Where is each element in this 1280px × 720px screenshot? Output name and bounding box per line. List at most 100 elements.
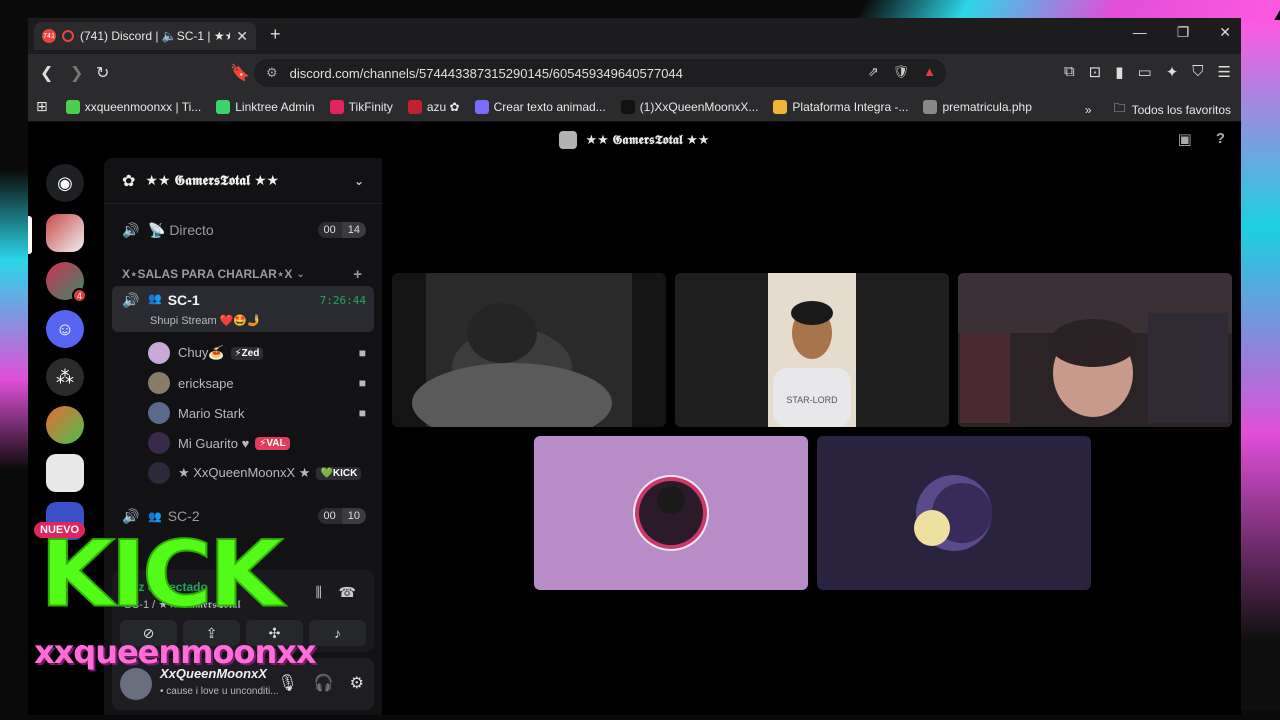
avatar-tile-2[interactable]	[817, 436, 1091, 590]
noise-suppression-icon[interactable]: ⫼	[316, 584, 322, 601]
leo-ai-icon[interactable]: ✦	[1166, 63, 1179, 81]
new-tab-button[interactable]: +	[270, 24, 281, 45]
video-tile-3-speaking[interactable]	[958, 273, 1232, 427]
brave-shield-icon[interactable]: 🛡	[893, 64, 910, 80]
video-tile-1[interactable]	[392, 273, 666, 427]
chevron-down-icon: ⌄	[296, 268, 305, 280]
restore-icon[interactable]: ❐	[1177, 24, 1190, 41]
category-label: X⋆SALAS PARA CHARLAR⋆X	[122, 267, 293, 281]
call-timer: 7:26:44	[319, 294, 366, 307]
create-channel-icon[interactable]: +	[353, 266, 362, 283]
voice-user[interactable]: Mario Stark ■	[148, 400, 366, 426]
bookmark-favicon-icon	[407, 99, 422, 114]
folder-icon: 🗀	[1113, 101, 1126, 115]
server-dbd[interactable]: ⁂	[46, 358, 84, 396]
titlebar-actions: ▣ ?	[1178, 130, 1225, 148]
sidebar-icon[interactable]: ▮	[1115, 63, 1123, 81]
all-favorites-folder[interactable]: 🗀 Todos los favoritos	[1114, 99, 1231, 120]
user-avatar	[148, 402, 170, 424]
category-salas[interactable]: X⋆SALAS PARA CHARLAR⋆X ⌄ +	[122, 266, 368, 283]
server-gear-icon: ✿	[122, 172, 136, 190]
voice-user-name: Mario Stark	[178, 405, 245, 421]
brave-rewards-icon[interactable]: ▲	[923, 64, 936, 80]
user-avatar	[148, 342, 170, 364]
channel-directo[interactable]: 🔊 📡 Directo 00 14	[112, 214, 374, 246]
screenshot-icon[interactable]: ⊡	[1089, 63, 1102, 81]
more-bookmarks-button[interactable]: »	[1085, 103, 1092, 117]
channel-label: 📡 Directo	[148, 221, 214, 238]
close-tab-icon[interactable]: ✕	[236, 28, 248, 45]
menu-icon[interactable]: ☰	[1218, 63, 1231, 81]
voice-user[interactable]: ★ XxQueenMoonxX ★ 💚KICK	[148, 460, 366, 486]
server-header[interactable]: ✿ ★★ 𝕲𝖆𝖒𝖊𝖗𝖘𝕿𝖔𝖙𝖆𝖑 ★★ ⌄	[104, 158, 382, 204]
mention-badge: 4	[72, 288, 87, 303]
active-server-pill	[28, 216, 32, 254]
microphone-icon[interactable]: 🎙	[277, 673, 297, 693]
bookmarks-right: » 🗀 Todos los favoritos	[1085, 99, 1231, 120]
help-icon[interactable]: ?	[1216, 130, 1225, 148]
user-avatar-icon	[914, 475, 992, 551]
settings-gear-icon[interactable]: ⚙	[350, 673, 364, 693]
forward-icon[interactable]: ❯	[70, 63, 83, 83]
back-icon[interactable]: ❮	[40, 63, 53, 83]
server-5[interactable]	[46, 406, 84, 444]
extensions-icon[interactable]: ⧉	[1064, 63, 1075, 81]
person-video	[958, 273, 1232, 427]
voice-user[interactable]: ericksape ■	[148, 370, 366, 396]
bookmark-item[interactable]: Linktree Admin	[216, 99, 315, 114]
bookmark-item[interactable]: prematricula.php	[923, 99, 1032, 114]
omnibox-actions: ⇗ 🛡 ▲	[868, 64, 936, 80]
bookmark-item[interactable]: azu ✿	[407, 99, 460, 114]
user-controls: 🎙 🎧 ⚙	[277, 673, 364, 693]
bookmark-item[interactable]: Crear texto animad...	[474, 99, 606, 114]
close-window-icon[interactable]: ✕	[1219, 24, 1231, 41]
camera-on-icon: ■	[358, 346, 366, 360]
user-avatar-icon	[633, 475, 709, 551]
bookmark-page-icon[interactable]: 🔖	[230, 63, 250, 83]
discord-home-icon[interactable]: ◉	[46, 164, 84, 202]
user-avatar[interactable]	[120, 668, 152, 700]
avatar-tile-1[interactable]	[534, 436, 808, 590]
apps-grid-icon[interactable]: ⊞	[36, 98, 48, 115]
bookmark-item[interactable]: TikFinity	[329, 99, 393, 114]
wallet-icon[interactable]: ▭	[1138, 63, 1152, 81]
voice-channel-icon: 🔊	[122, 221, 140, 238]
address-bar[interactable]: ⚙ discord.com/channels/57444338731529014…	[254, 59, 946, 87]
browser-toolbar: ❮ ❯ ↻ 🔖 ⚙ discord.com/channels/574443387…	[28, 54, 1241, 92]
site-settings-icon[interactable]: ⚙	[266, 65, 278, 81]
server-gamerstotal[interactable]	[46, 214, 84, 252]
recording-icon	[62, 30, 74, 42]
blurry-person-video	[392, 273, 666, 427]
share-icon[interactable]: ⇗	[868, 64, 879, 80]
window-controls: — ❐ ✕	[1133, 24, 1231, 41]
voice-user[interactable]: Mi Guarito ♥ ⚡VAL	[148, 430, 366, 456]
bookmark-item[interactable]: Plataforma Integra -...	[773, 99, 908, 114]
server-icon	[559, 131, 578, 149]
inbox-icon[interactable]: ▣	[1178, 130, 1192, 148]
headphones-icon[interactable]: 🎧	[314, 673, 334, 693]
discord-favicon-icon: 741	[42, 29, 56, 43]
bookmark-item[interactable]: (1)XxQueenMoonxX...	[620, 99, 758, 114]
video-tile-2[interactable]: STAR-LORD	[675, 273, 949, 427]
reload-icon[interactable]: ↻	[96, 63, 109, 83]
user-avatar	[148, 462, 170, 484]
channel-status: Shupi Stream ❤️🤩🤳	[150, 315, 261, 327]
voice-user[interactable]: Chuy🍝 ⚡Zed ■	[148, 340, 366, 366]
svg-text:STAR-LORD: STAR-LORD	[786, 395, 838, 405]
soundboard-icon[interactable]: ♪	[309, 620, 366, 646]
channel-sidebar: ✿ ★★ 𝕲𝖆𝖒𝖊𝖗𝖘𝕿𝖔𝖙𝖆𝖑 ★★ ⌄ 🔊 📡 Directo 00 14 …	[104, 158, 382, 715]
minimize-icon[interactable]: —	[1133, 24, 1147, 41]
browser-tab-discord[interactable]: 741 (741) Discord | 🔈SC-1 | ★★ · ✕	[34, 22, 256, 50]
vpn-icon[interactable]: ⛉	[1192, 63, 1203, 81]
channel-sc1[interactable]: 🔊 👥 SC-1 7:26:44 Shupi Stream ❤️🤩🤳	[112, 286, 374, 332]
user-avatar	[148, 432, 170, 454]
bookmark-item[interactable]: xxqueenmoonxx | Ti...	[65, 99, 201, 114]
bookmarks-bar: ⊞ xxqueenmoonxx | Ti... Linktree Admin Tik…	[28, 92, 1241, 122]
disconnect-icon[interactable]: ☎	[339, 584, 356, 601]
server-6[interactable]	[46, 454, 84, 492]
chevron-down-icon: ⌄	[353, 173, 364, 188]
bookmark-favicon-icon	[474, 99, 489, 114]
server-2[interactable]: 4	[46, 262, 87, 303]
channel-label: SC-1	[167, 292, 200, 308]
server-3[interactable]: ☺	[46, 310, 84, 348]
